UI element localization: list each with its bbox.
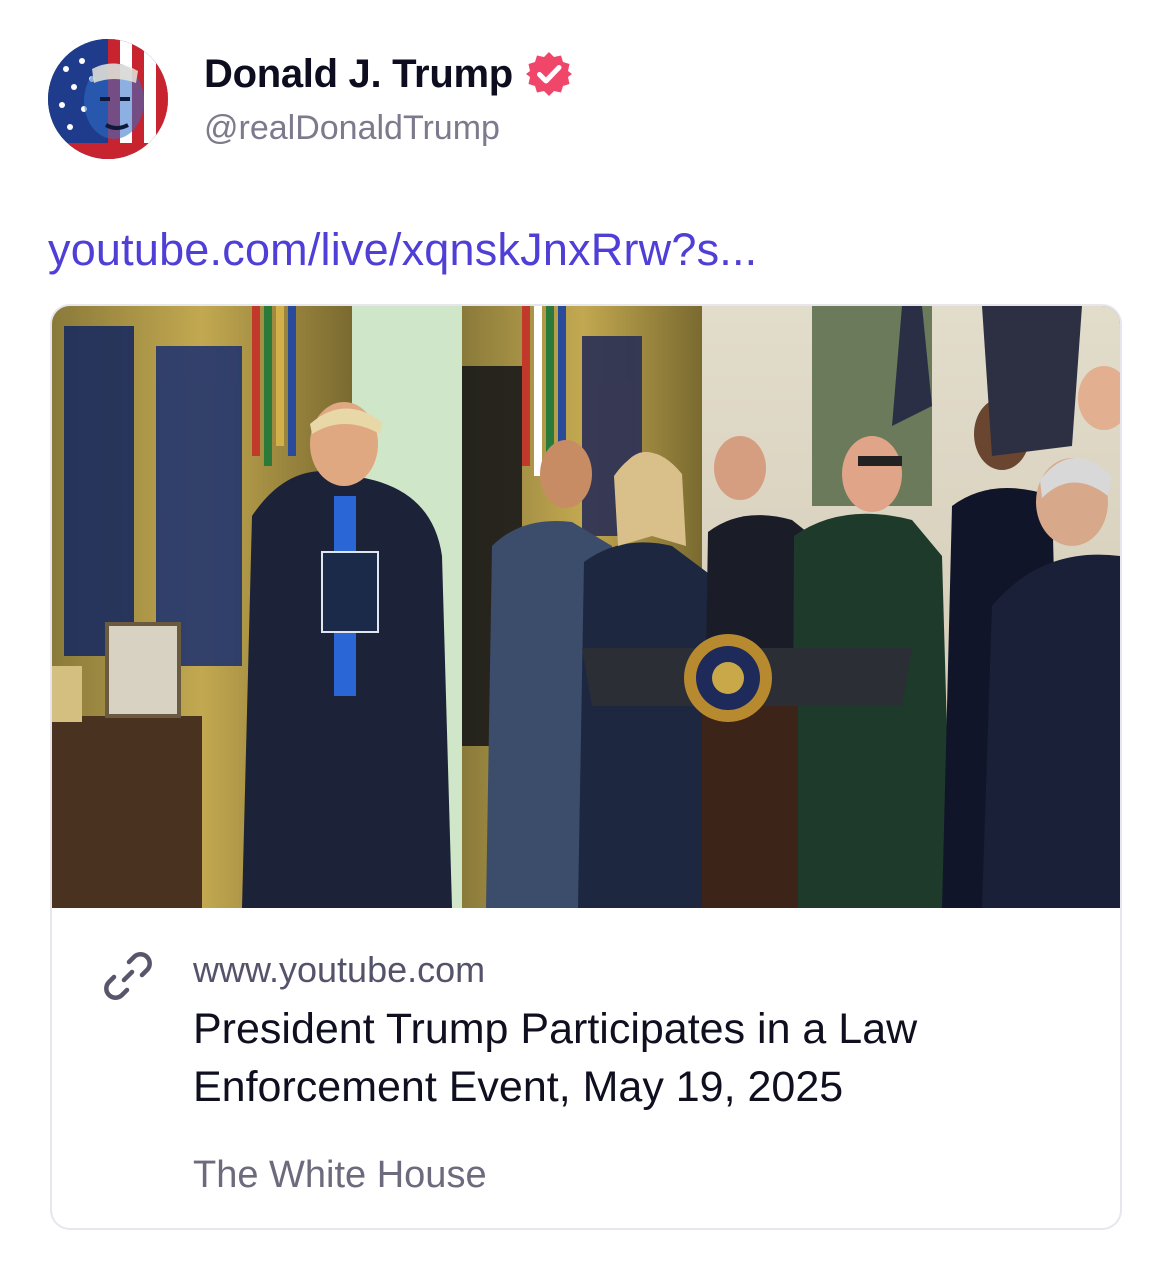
author-handle[interactable]: @realDonaldTrump — [204, 108, 573, 148]
display-name-row: Donald J. Trump — [204, 50, 573, 98]
link-preview-card[interactable]: www.youtube.com President Trump Particip… — [50, 304, 1122, 1230]
video-thumbnail-image[interactable] — [52, 306, 1120, 908]
avatar-image — [48, 39, 168, 159]
author-names: Donald J. Trump @realDonaldTrump — [204, 50, 573, 148]
post-link[interactable]: youtube.com/live/xqnskJnxRrw?s... — [48, 222, 757, 278]
link-card-title[interactable]: President Trump Participates in a Law En… — [193, 1000, 1073, 1116]
author-avatar[interactable] — [48, 39, 168, 159]
author-display-name[interactable]: Donald J. Trump — [204, 50, 513, 98]
post-header: Donald J. Trump @realDonaldTrump — [48, 38, 573, 160]
link-card-domain: www.youtube.com — [193, 949, 486, 990]
verified-badge-icon — [525, 50, 573, 98]
link-icon — [102, 950, 154, 1002]
link-card-meta: www.youtube.com President Trump Particip… — [52, 908, 1120, 1228]
link-card-source: The White House — [193, 1154, 487, 1196]
